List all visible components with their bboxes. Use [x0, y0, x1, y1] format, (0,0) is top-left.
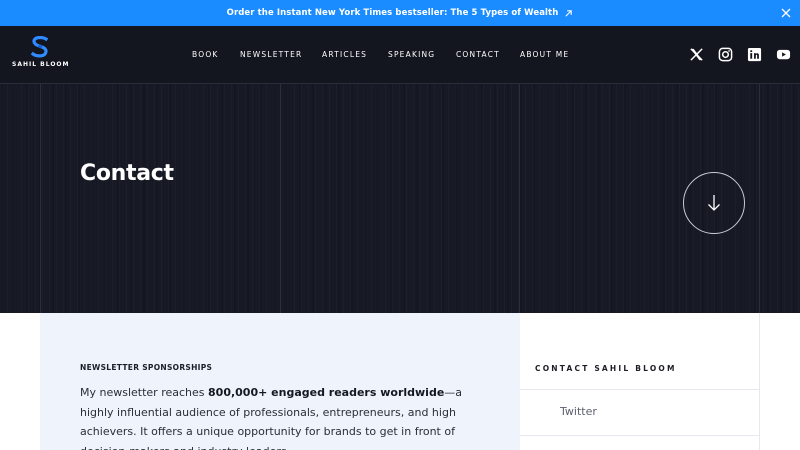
sponsorship-label: NEWSLETTER SPONSORSHIPS [80, 363, 213, 372]
divider [520, 435, 760, 436]
announcement-text[interactable]: Order the Instant New York Times bestsel… [227, 8, 559, 18]
contact-panel: CONTACT SAHIL BLOOM Twitter [520, 313, 760, 450]
nav-item-book[interactable]: BOOK [192, 50, 219, 59]
nav-item-articles[interactable]: ARTICLES [322, 50, 367, 59]
brand-name: SAHIL BLOOM [12, 61, 70, 68]
x-icon[interactable] [689, 47, 704, 62]
nav-item-about-me[interactable]: ABOUT ME [520, 50, 569, 59]
linkedin-icon[interactable] [747, 47, 762, 62]
hero-section: Contact [0, 84, 800, 313]
scroll-down-button[interactable] [683, 172, 745, 234]
contact-link-twitter[interactable]: Twitter [560, 405, 597, 418]
sponsorship-panel: NEWSLETTER SPONSORSHIPS My newsletter re… [40, 313, 520, 450]
contact-heading: CONTACT SAHIL BLOOM [535, 364, 677, 373]
grid-line [759, 84, 760, 313]
sponsorship-description: My newsletter reaches 800,000+ engaged r… [80, 383, 470, 450]
nav-item-contact[interactable]: CONTACT [456, 50, 500, 59]
nav-item-speaking[interactable]: SPEAKING [388, 50, 435, 59]
sponsorship-text-highlight: 800,000+ engaged readers worldwide [208, 386, 445, 399]
instagram-icon[interactable] [718, 47, 733, 62]
nav-item-newsletter[interactable]: NEWSLETTER [240, 50, 302, 59]
page-title: Contact [80, 161, 174, 186]
nav-menu: BOOK NEWSLETTER ARTICLES SPEAKING CONTAC… [0, 50, 800, 62]
youtube-icon[interactable] [776, 47, 791, 62]
announcement-bar[interactable]: Order the Instant New York Times bestsel… [0, 0, 800, 26]
grid-line [40, 84, 41, 313]
grid-line [280, 84, 281, 313]
arrow-down-icon [708, 195, 720, 211]
close-icon[interactable] [781, 8, 791, 18]
sponsorship-text-start: My newsletter reaches [80, 386, 209, 399]
grid-line [519, 84, 520, 313]
main-nav: SAHIL BLOOM BOOK NEWSLETTER ARTICLES SPE… [0, 26, 800, 84]
content-section: NEWSLETTER SPONSORSHIPS My newsletter re… [0, 313, 800, 450]
external-arrow-icon [565, 9, 573, 17]
divider [520, 389, 760, 390]
